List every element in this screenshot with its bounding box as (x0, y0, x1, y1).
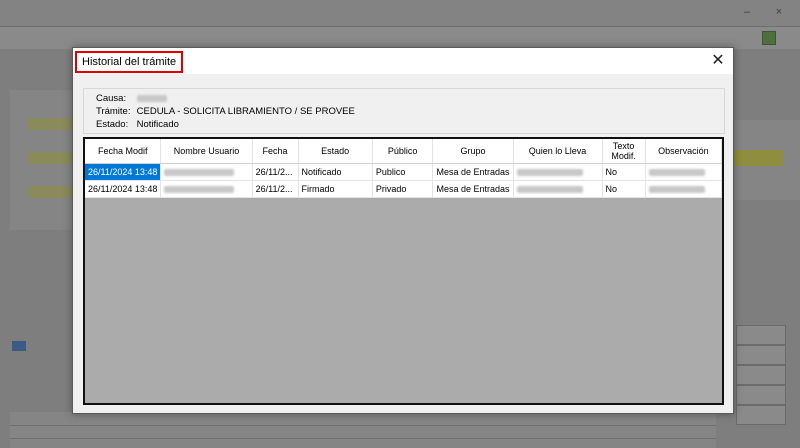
cell-quien-lo-lleva-redacted[interactable] (513, 163, 603, 181)
cell-observacion-redacted[interactable] (645, 180, 722, 198)
cell-fecha[interactable]: 26/11/2... (252, 163, 299, 181)
dialog-titlebar: Historial del trámite ✕ (73, 48, 733, 74)
cell-nombre-usuario-redacted[interactable] (160, 163, 253, 181)
column-header-publico[interactable]: Público (372, 139, 434, 164)
background-toolbar (0, 27, 800, 49)
cell-estado[interactable]: Notificado (298, 163, 373, 181)
column-header-quien-lo-lleva[interactable]: Quien lo Lleva (513, 139, 603, 164)
cell-grupo[interactable]: Mesa de Entradas (432, 163, 514, 181)
background-bottom-panel (10, 412, 716, 448)
tramite-label: Trámite: (96, 106, 131, 117)
column-header-estado[interactable]: Estado (298, 139, 373, 164)
dialog-title: Historial del trámite (75, 51, 184, 73)
column-header-grupo[interactable]: Grupo (432, 139, 514, 164)
background-divider (10, 438, 716, 439)
column-header-fecha[interactable]: Fecha (252, 139, 299, 164)
cell-publico[interactable]: Publico (372, 163, 434, 181)
background-yellow-row (28, 186, 72, 198)
background-button (736, 405, 786, 425)
background-yellow-row (28, 152, 72, 164)
minimize-icon: – (743, 6, 751, 18)
cell-fecha-modif[interactable]: 26/11/2024 13:48 (85, 180, 162, 198)
background-divider (10, 425, 716, 426)
cell-observacion-redacted[interactable] (645, 163, 722, 181)
cell-estado[interactable]: Firmado (298, 180, 373, 198)
close-icon[interactable]: ✕ (709, 52, 727, 70)
estado-value: Notificado (136, 119, 179, 130)
column-header-nombre-usuario[interactable]: Nombre Usuario (160, 139, 253, 164)
table-row[interactable]: 26/11/2024 13:48 26/11/2... Firmado Priv… (85, 180, 722, 198)
background-titlebar: – × (0, 0, 800, 27)
background-button (736, 345, 786, 365)
estado-label: Estado: (96, 119, 129, 130)
background-yellow-row (733, 150, 783, 166)
tramite-row: Trámite: CEDULA - SOLICITA LIBRAMIENTO /… (96, 105, 355, 118)
background-button (736, 385, 786, 405)
background-button (736, 325, 786, 345)
causa-label: Causa: (96, 93, 127, 104)
column-header-fecha-modif[interactable]: Fecha Modif (85, 139, 162, 164)
tramite-info-panel: Causa: Trámite: CEDULA - SOLICITA LIBRAM… (83, 88, 725, 134)
historial-grid[interactable]: Fecha Modif Nombre Usuario Fecha Estado … (83, 137, 724, 405)
table-row[interactable]: 26/11/2024 13:48 26/11/2... Notificado P… (85, 163, 722, 181)
causa-value-redacted (136, 94, 167, 102)
cell-texto-modif[interactable]: No (602, 180, 646, 198)
cell-nombre-usuario-redacted[interactable] (160, 180, 253, 198)
historial-table: Fecha Modif Nombre Usuario Fecha Estado … (85, 139, 722, 198)
cell-texto-modif[interactable]: No (602, 163, 646, 181)
column-header-texto-modif[interactable]: Texto Modif. (602, 139, 646, 164)
cell-grupo[interactable]: Mesa de Entradas (432, 180, 514, 198)
cell-fecha[interactable]: 26/11/2... (252, 180, 299, 198)
historial-dialog: Historial del trámite ✕ Causa: Trámite: … (72, 47, 734, 414)
causa-row: Causa: (96, 92, 167, 105)
estado-row: Estado: Notificado (96, 118, 179, 131)
background-button (736, 365, 786, 385)
tramite-value: CEDULA - SOLICITA LIBRAMIENTO / SE PROVE… (136, 106, 355, 117)
background-selected-marker (12, 341, 26, 351)
background-app-icon (762, 31, 776, 45)
close-icon: × (775, 6, 783, 18)
table-header-row: Fecha Modif Nombre Usuario Fecha Estado … (85, 139, 722, 164)
cell-fecha-modif[interactable]: 26/11/2024 13:48 (85, 163, 162, 181)
background-yellow-row (28, 118, 72, 130)
cell-quien-lo-lleva-redacted[interactable] (513, 180, 603, 198)
cell-publico[interactable]: Privado (372, 180, 434, 198)
column-header-observacion[interactable]: Observación (645, 139, 722, 164)
